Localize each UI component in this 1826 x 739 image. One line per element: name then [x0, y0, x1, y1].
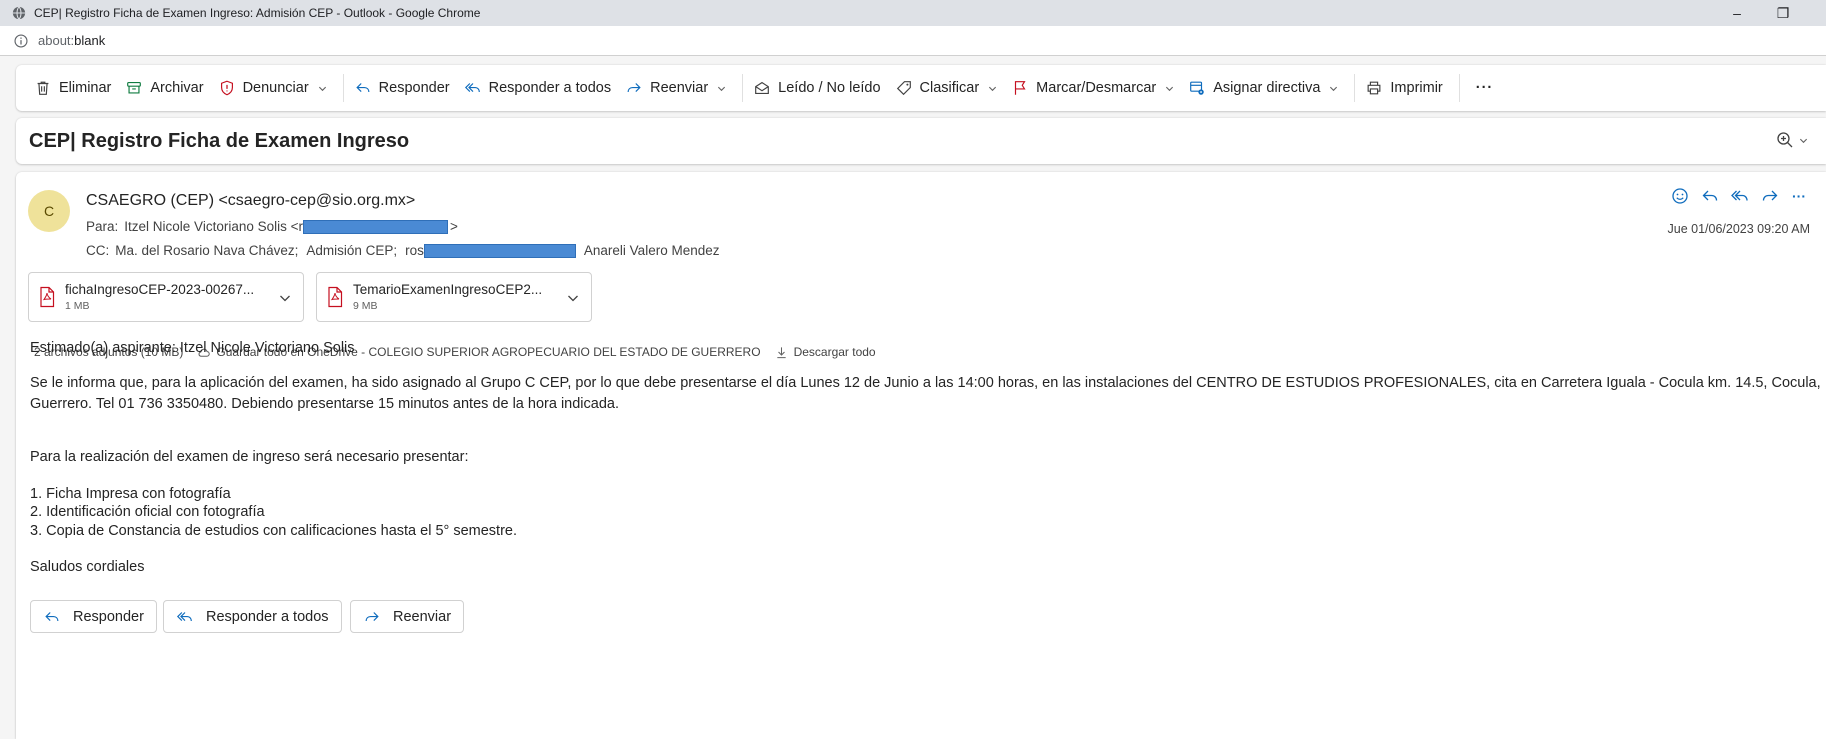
- chevron-down-icon[interactable]: [567, 292, 579, 304]
- reply-all-icon[interactable]: [1730, 186, 1750, 206]
- forward-icon[interactable]: [1760, 186, 1780, 206]
- read-unread-button[interactable]: Leído / No leído: [749, 72, 890, 104]
- policy-icon: [1190, 81, 1204, 95]
- cc-recipients: CC: Ma. del Rosario Nava Chávez; Admisió…: [86, 243, 719, 258]
- message-actions: ···: [1660, 186, 1806, 206]
- reply-all-footer-button[interactable]: Responder a todos: [163, 600, 342, 633]
- more-actions-button[interactable]: ···: [1792, 188, 1806, 204]
- reply-icon: [355, 83, 370, 93]
- minimize-button[interactable]: –: [1714, 0, 1760, 26]
- info-icon[interactable]: [14, 33, 28, 48]
- list-item: 2. Identificación oficial con fotografía: [30, 504, 265, 520]
- reply-all-button[interactable]: Responder a todos: [460, 72, 622, 104]
- toolbar-divider: [1354, 74, 1356, 102]
- to-label: Para:: [86, 219, 119, 234]
- globe-icon: [12, 6, 26, 20]
- body-requirements-intro: Para la realización del examen de ingres…: [30, 449, 469, 465]
- body-greeting: Estimado(a) aspirante: Itzel Nicole Vict…: [30, 340, 355, 356]
- cc-label: CC:: [86, 243, 110, 258]
- url-scheme: about:: [38, 33, 75, 48]
- attachment-size: 9 MB: [353, 300, 378, 312]
- archive-button[interactable]: Archivar: [121, 72, 213, 104]
- zoom-button[interactable]: [1775, 130, 1808, 150]
- attachment-size: 1 MB: [65, 300, 90, 312]
- redaction-box: [303, 219, 448, 234]
- download-all-link[interactable]: Descargar todo: [775, 345, 876, 359]
- more-icon: ···: [1475, 80, 1494, 96]
- reply-icon: [45, 611, 59, 621]
- attachment-card[interactable]: fichaIngresoCEP-2023-00267... 1 MB: [28, 272, 304, 322]
- print-button[interactable]: Imprimir: [1361, 72, 1452, 104]
- url-path: blank: [74, 33, 106, 48]
- email-subject: CEP| Registro Ficha de Examen Ingreso: [29, 130, 410, 152]
- sender-avatar[interactable]: C: [28, 190, 70, 232]
- window-title: CEP| Registro Ficha de Examen Ingreso: A…: [34, 6, 481, 20]
- flag-icon: [1015, 81, 1026, 95]
- delete-button[interactable]: Eliminar: [30, 72, 121, 104]
- forward-footer-button[interactable]: Reenviar: [350, 600, 465, 633]
- reply-footer-button[interactable]: Responder: [30, 600, 157, 633]
- body-paragraph: Se le informa que, para la aplicación de…: [30, 375, 1821, 412]
- attachment-name: fichaIngresoCEP-2023-00267...: [65, 282, 255, 297]
- cc-recipient[interactable]: Anareli Valero Mendez: [584, 243, 720, 258]
- to-recipient-close: >: [450, 219, 458, 234]
- chevron-down-icon[interactable]: [279, 292, 291, 304]
- message-card: C CSAEGRO (CEP) <csaegro-cep@sio.org.mx>…: [16, 172, 1826, 739]
- to-recipients: Para: Itzel Nicole Victoriano Solis <r >: [86, 219, 458, 234]
- forward-icon: [627, 83, 641, 93]
- tag-icon: [896, 81, 911, 96]
- trash-icon: [37, 81, 49, 95]
- shield-alert-icon: [220, 80, 233, 96]
- list-item: 3. Copia de Constancia de estudios con c…: [30, 523, 517, 539]
- zoom-in-icon: [1777, 132, 1793, 148]
- envelope-open-icon: [755, 81, 770, 94]
- chevron-down-icon: [1799, 138, 1808, 143]
- sender-name[interactable]: CSAEGRO (CEP) <csaegro-cep@sio.org.mx>: [86, 192, 415, 210]
- categorize-button[interactable]: Clasificar: [891, 72, 1008, 104]
- toolbar-divider: [1458, 74, 1460, 102]
- browser-title-bar: CEP| Registro Ficha de Examen Ingreso: A…: [0, 0, 1826, 26]
- reply-button[interactable]: Responder: [350, 72, 460, 104]
- reply-icon[interactable]: [1700, 186, 1720, 206]
- list-item: 1. Ficha Impresa con fotografía: [30, 486, 231, 502]
- chevron-down-icon: [718, 86, 726, 91]
- cc-recipient[interactable]: ros: [405, 243, 424, 258]
- printer-icon: [1367, 81, 1381, 95]
- attachment-card[interactable]: TemarioExamenIngresoCEP2... 9 MB: [316, 272, 592, 322]
- assign-policy-button[interactable]: Asignar directiva: [1184, 72, 1348, 104]
- address-bar[interactable]: about: blank: [0, 26, 1826, 56]
- forward-button[interactable]: Reenviar: [621, 72, 736, 104]
- forward-icon: [365, 611, 379, 621]
- command-toolbar: Eliminar Archivar Denunciar Responder Re…: [16, 65, 1826, 111]
- archive-icon: [127, 82, 142, 94]
- reply-all-icon: [464, 83, 480, 93]
- attachment-name: TemarioExamenIngresoCEP2...: [353, 282, 543, 297]
- more-options-button[interactable]: ···: [1466, 72, 1504, 104]
- chevron-down-icon: [318, 86, 326, 91]
- body-closing: Saludos cordiales: [30, 559, 145, 575]
- chevron-down-icon: [1330, 86, 1338, 91]
- download-icon: [776, 346, 786, 358]
- received-date: Jue 01/06/2023 09:20 AM: [1667, 222, 1810, 236]
- redaction-box: [423, 243, 576, 258]
- report-button[interactable]: Denunciar: [214, 72, 337, 104]
- chevron-down-icon: [1166, 86, 1174, 91]
- to-recipient[interactable]: Itzel Nicole Victoriano Solis <r: [124, 219, 303, 234]
- cc-recipient[interactable]: Admisión CEP;: [306, 243, 397, 258]
- toolbar-divider: [742, 74, 744, 102]
- cc-recipient[interactable]: Ma. del Rosario Nava Chávez;: [115, 243, 298, 258]
- subject-card: CEP| Registro Ficha de Examen Ingreso: [16, 118, 1826, 164]
- toolbar-divider: [342, 74, 344, 102]
- emoji-reaction-icon[interactable]: [1670, 186, 1690, 206]
- chevron-down-icon: [989, 86, 997, 91]
- restore-button[interactable]: ❐: [1760, 0, 1806, 26]
- pdf-file-icon: [40, 286, 55, 308]
- pdf-file-icon: [328, 286, 343, 308]
- flag-button[interactable]: Marcar/Desmarcar: [1007, 72, 1184, 104]
- reply-all-icon: [176, 611, 192, 621]
